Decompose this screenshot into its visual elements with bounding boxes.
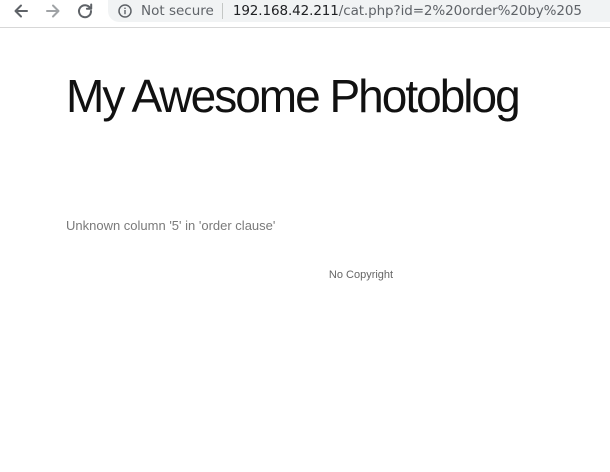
reload-icon <box>78 3 93 19</box>
omnibox-divider <box>221 3 223 19</box>
info-icon-glyph <box>118 4 132 18</box>
arrow-right-icon <box>46 4 60 18</box>
arrow-left-icon <box>14 4 28 18</box>
reload-button[interactable] <box>74 0 96 22</box>
footer-copyright: No Copyright <box>328 269 394 281</box>
forward-button[interactable] <box>42 0 64 22</box>
url-text[interactable]: 192.168.42.211/cat.php?id=2%20order%20by… <box>233 3 582 19</box>
url-path: /cat.php?id=2%20order%20by%205 <box>338 3 582 19</box>
back-button[interactable] <box>10 0 32 22</box>
browser-toolbar: Not secure 192.168.42.211/cat.php?id=2%2… <box>0 0 610 28</box>
footer: No Copyright <box>0 28 610 471</box>
page-content: My Awesome Photoblog Unknown column '5' … <box>0 28 610 471</box>
security-status-label[interactable]: Not secure <box>141 3 214 19</box>
info-icon[interactable] <box>118 4 132 18</box>
url-host: 192.168.42.211 <box>232 3 339 19</box>
address-bar[interactable]: Not secure 192.168.42.211/cat.php?id=2%2… <box>108 0 610 22</box>
